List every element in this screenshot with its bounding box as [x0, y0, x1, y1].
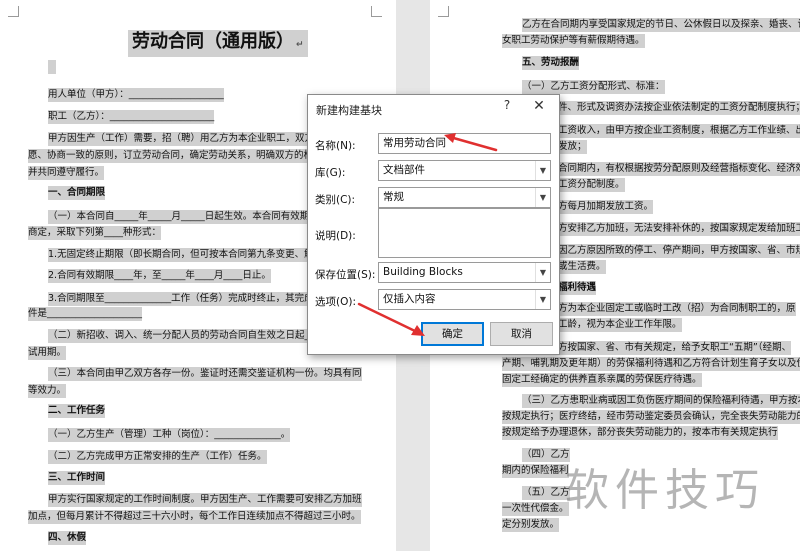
doc-line[interactable]: 1.无固定终止期限（即长期合同，但可按本合同第九条变更、解除	[48, 248, 324, 262]
doc-line[interactable]: 女职工劳动保护等有薪假期待遇。	[502, 34, 645, 48]
doc-heading[interactable]: 四、休假	[48, 531, 87, 545]
doc-line[interactable]: 产期、哺乳期及更年期）的劳保福利待遇和乙方符合计划生育子女以及伤	[502, 357, 800, 371]
doc-line[interactable]: 愿、协商一致的原则，订立劳动合同，确定劳动关系，明确双方的权	[28, 149, 314, 163]
doc-line[interactable]: 定分别发放。	[502, 518, 560, 532]
chevron-down-icon: ▼	[535, 188, 550, 207]
document-title[interactable]: 劳动合同（通用版） ↵	[128, 30, 308, 57]
doc-line[interactable]: 件、形式及调资办法按企业依法制定的工资分配制度执行；	[558, 101, 800, 115]
doc-line[interactable]: 工龄，视为本企业工作年限。	[558, 318, 682, 332]
doc-line[interactable]: 件是____________________	[28, 307, 143, 321]
doc-line[interactable]: 工资收入，由甲方按企业工资制度，根据乙方工作业绩、出勤	[558, 124, 800, 138]
doc-line[interactable]: （四）乙方	[522, 448, 570, 462]
doc-line[interactable]: 发放；	[558, 140, 587, 154]
doc-line[interactable]: （一）乙方工资分配形式、标准：	[522, 80, 665, 94]
new-building-block-dialog: 新建构建基块 ? ✕ 名称(N): 常用劳动合同 库(G): 文档部件 ▼ 类别(…	[307, 94, 560, 355]
save-location-select[interactable]: Building Blocks ▼	[378, 262, 551, 283]
name-label: 名称(N):	[315, 140, 356, 152]
doc-heading[interactable]: 福利待遇	[558, 281, 597, 295]
doc-line[interactable]: （二）新招收、调入、统一分配人员的劳动合同自生效之日起_____	[48, 329, 329, 343]
category-select[interactable]: 常规 ▼	[378, 187, 551, 208]
doc-line[interactable]: （三）乙方患职业病或因工负伤医疗期间的保险福利待遇，甲方按本市	[522, 394, 800, 408]
doc-line[interactable]: 乙方在合同期内享受国家规定的节日、公休假日以及探亲、婚丧、计划生	[522, 18, 800, 32]
doc-line[interactable]: 因乙方原因所致的停工、停产期间，甲方按国家、省、市规定	[558, 244, 800, 258]
doc-line[interactable]: 方安排乙方加班，无法安排补休的，按国家规定发给加班工资	[558, 222, 800, 236]
doc-line[interactable]: 商定，采取下列第____种形式：	[28, 226, 162, 240]
page-corner-mark	[8, 6, 19, 17]
doc-line[interactable]: 职工（乙方）：______________________	[48, 110, 215, 124]
doc-paragraph[interactable]	[48, 60, 56, 74]
gallery-select[interactable]: 文档部件 ▼	[378, 160, 551, 181]
doc-line[interactable]: 3.合同期限至______________工作（任务）完成时终止，其完成	[48, 292, 314, 306]
doc-line[interactable]: 合同期内，有权根据按劳分配原则及经营指标变化、经济效益	[558, 162, 800, 176]
chevron-down-icon: ▼	[535, 161, 550, 180]
doc-heading[interactable]: 一、合同期限	[48, 186, 106, 200]
help-button[interactable]: ?	[499, 98, 515, 114]
page-corner-mark	[371, 6, 382, 17]
close-button[interactable]: ✕	[530, 98, 548, 114]
doc-line[interactable]: 一次性代偿金。	[502, 502, 569, 516]
save-location-label: 保存位置(S):	[315, 269, 376, 281]
chevron-down-icon: ▼	[535, 263, 550, 282]
gallery-label: 库(G):	[315, 167, 346, 179]
options-label: 选项(O):	[315, 296, 356, 308]
doc-line[interactable]: 按规定给予办理退休，部分丧失劳动能力的，按本市有关规定执行	[502, 426, 778, 440]
doc-line[interactable]: 或生活费。	[558, 260, 606, 274]
doc-line[interactable]: 方为本企业固定工或临时工改（招）为合同制职工的，原	[558, 302, 796, 316]
doc-line[interactable]: 甲方实行国家规定的工作时间制度。甲方因生产、工作需要可安排乙方加班	[48, 493, 362, 507]
description-label: 说明(D):	[315, 230, 356, 242]
ok-button[interactable]: 确定	[421, 322, 484, 346]
doc-line[interactable]: 并共同遵守履行。	[28, 166, 105, 180]
doc-line[interactable]: 用人单位（甲方）：____________________	[48, 88, 224, 102]
dialog-title: 新建构建基块	[316, 104, 382, 117]
page-corner-mark	[438, 6, 449, 17]
doc-line[interactable]: 工资分配制度。	[558, 178, 625, 192]
doc-heading[interactable]: 三、工作时间	[48, 471, 106, 485]
doc-line[interactable]: 加点，但每月累计不得超过三十六小时，每个工作日连续加点不得超过三小时。	[28, 510, 361, 524]
doc-line[interactable]: 试用期。	[28, 346, 67, 360]
category-label: 类别(C):	[315, 194, 356, 206]
cancel-button[interactable]: 取消	[490, 322, 553, 346]
doc-line[interactable]: （二）乙方完成甲方正常安排的生产（工作）任务。	[48, 450, 267, 464]
doc-line[interactable]: 2.合同有效期限____年，至_____年____月____日止。	[48, 269, 271, 283]
doc-heading[interactable]: 五、劳动报酬	[522, 56, 580, 70]
doc-line[interactable]: 按规定执行；医疗终结，经市劳动鉴定委员会确认，完全丧失劳动能力的，由	[502, 410, 800, 424]
doc-line[interactable]: 等效力。	[28, 384, 67, 398]
doc-line[interactable]: （一）乙方生产（管理）工种（岗位）：______________。	[48, 428, 291, 442]
doc-heading[interactable]: 二、工作任务	[48, 404, 106, 418]
doc-line[interactable]: （三）本合同由甲乙双方各存一份。鉴证时还需交鉴证机构一份。均具有同	[48, 367, 362, 381]
doc-line[interactable]: 方按国家、省、市有关规定，给予女职工“五期”（经期、	[558, 341, 792, 355]
doc-line[interactable]: （五）乙方	[522, 486, 570, 500]
description-textarea[interactable]	[378, 208, 551, 258]
doc-line[interactable]: 固定工经确定的供养直系亲属的劳保医疗待遇。	[502, 373, 702, 387]
doc-line[interactable]: 方每月加期发放工资。	[558, 200, 654, 214]
chevron-down-icon: ▼	[535, 290, 550, 309]
options-select[interactable]: 仅插入内容 ▼	[378, 289, 551, 310]
name-input[interactable]: 常用劳动合同	[378, 133, 551, 154]
doc-line[interactable]: （一）本合同自_____年_____月_____日起生效。本合同有效期经	[48, 210, 319, 224]
doc-line[interactable]: 期内的保险福利	[502, 464, 569, 478]
watermark: 软件技巧	[565, 465, 765, 516]
doc-line[interactable]: 甲方因生产（工作）需要，招（聘）用乙方为本企业职工，双方	[48, 132, 315, 146]
